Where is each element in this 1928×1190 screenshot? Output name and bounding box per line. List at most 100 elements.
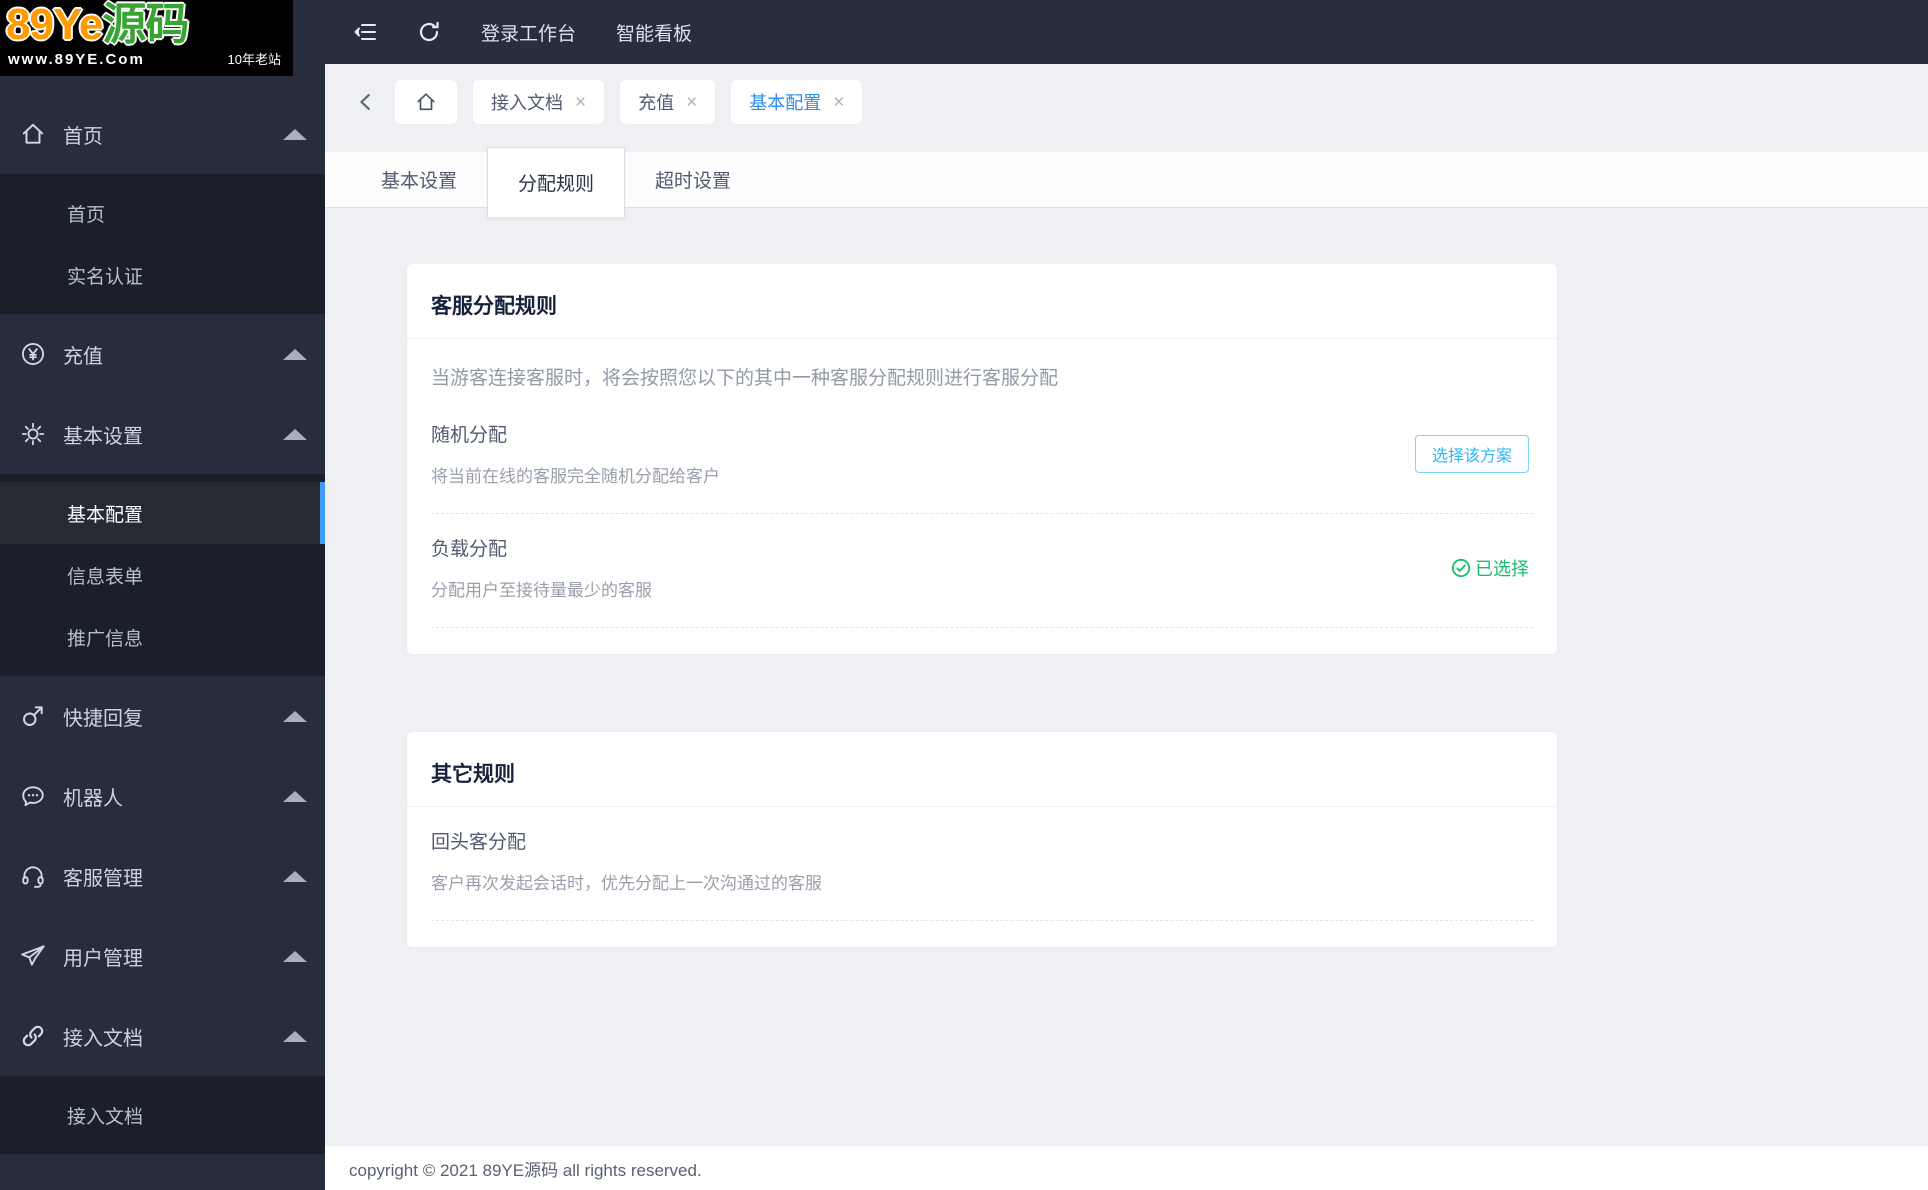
card-title: 客服分配规则: [407, 264, 1557, 339]
tab-allocation-rules[interactable]: 分配规则: [487, 146, 626, 217]
chevron-up-icon: [283, 790, 307, 802]
copyright-text: copyright © 2021 89YE源码 all rights reser…: [349, 1160, 702, 1180]
sidebar-submenu-access-docs: 接入文档: [0, 1076, 325, 1154]
main-area: 登录工作台 智能看板 接入文档 × 充值 × 基本配置 × 基本设置 分配规则 …: [325, 0, 1928, 1190]
breadcrumb-home-chip[interactable]: [395, 80, 457, 124]
sidebar-item-quick-reply[interactable]: 快捷回复: [0, 676, 325, 756]
tab-timeout-settings[interactable]: 超时设置: [625, 152, 761, 207]
sidebar-subitem-label: 推广信息: [67, 628, 144, 650]
sidebar-item-home[interactable]: 首页: [0, 94, 325, 174]
sidebar-subitem-label: 信息表单: [67, 566, 144, 588]
rule-name: 回头客分配: [431, 832, 527, 853]
sidebar-subitem-label: 接入文档: [67, 1106, 144, 1128]
breadcrumb-chip-label: 接入文档: [491, 93, 563, 113]
rule-name: 随机分配: [431, 425, 508, 446]
brand-name: 89Ye: [6, 0, 103, 49]
selected-status: 已选择: [1451, 555, 1529, 581]
sidebar-item-user-management[interactable]: 用户管理: [0, 916, 325, 996]
sidebar-submenu-home: 首页 实名认证: [0, 174, 325, 314]
chevron-up-icon: [283, 870, 307, 882]
tab-label: 超时设置: [655, 171, 732, 192]
sidebar-subitem-label: 基本配置: [67, 504, 144, 526]
brand-logo-text: 89Ye源码: [6, 1, 285, 49]
sidebar-item-recharge[interactable]: 充值: [0, 314, 325, 394]
collapse-sidebar-icon[interactable]: [353, 20, 377, 44]
rule-option-returning-customer: 回头客分配 客户再次发起会话时，优先分配上一次沟通过的客服: [431, 807, 1533, 921]
home-icon: [417, 93, 435, 111]
top-bar: 登录工作台 智能看板: [325, 0, 1928, 64]
chevron-up-icon: [283, 710, 307, 722]
toggle-knob: [1499, 864, 1525, 891]
chevron-up-icon: [283, 348, 307, 360]
brand-tagline: 10年老站: [227, 52, 281, 67]
breadcrumb-tab-row: 接入文档 × 充值 × 基本配置 ×: [325, 64, 1928, 152]
sidebar-item-label: 接入文档: [63, 1027, 143, 1050]
close-icon[interactable]: ×: [575, 93, 586, 112]
sidebar-item-label: 客服管理: [63, 867, 143, 890]
chevron-up-icon: [283, 950, 307, 962]
tab-label: 分配规则: [518, 173, 595, 195]
sidebar: 89Ye源码 www.89YE.Com 10年老站 首页 首页 实名认证 充值 …: [0, 0, 325, 1190]
headset-icon: [20, 863, 46, 889]
sidebar-subitem-promo-info[interactable]: 推广信息: [0, 606, 325, 668]
sidebar-item-label: 快捷回复: [63, 707, 143, 730]
app-window: 89Ye源码 www.89YE.Com 10年老站 首页 首页 实名认证 充值 …: [0, 0, 1928, 1190]
sidebar-item-label: 充值: [63, 345, 103, 368]
sidebar-subitem-label: 实名认证: [67, 266, 144, 288]
footer: copyright © 2021 89YE源码 all rights reser…: [325, 1146, 1928, 1190]
sidebar-submenu-basic-settings: 基本配置 信息表单 推广信息: [0, 474, 325, 676]
sidebar-subitem-basic-config[interactable]: 基本配置: [0, 482, 325, 544]
sidebar-subitem-home[interactable]: 首页: [0, 182, 325, 244]
sidebar-item-basic-settings[interactable]: 基本设置: [0, 394, 325, 474]
brand-logo: 89Ye源码 www.89YE.Com 10年老站: [0, 0, 293, 76]
sidebar-subitem-realname[interactable]: 实名认证: [0, 244, 325, 306]
sidebar-item-label: 用户管理: [63, 947, 143, 970]
breadcrumb-chip-access-docs[interactable]: 接入文档 ×: [473, 80, 605, 124]
sidebar-subitem-access-docs[interactable]: 接入文档: [0, 1084, 325, 1146]
home-icon: [20, 121, 46, 147]
topnav-dashboard[interactable]: 智能看板: [616, 19, 692, 46]
mars-icon: [20, 703, 46, 729]
content-area: 客服分配规则 当游客连接客服时，将会按照您以下的其中一种客服分配规则进行客服分配…: [325, 208, 1928, 1146]
sidebar-item-agent-management[interactable]: 客服管理: [0, 836, 325, 916]
choose-plan-button[interactable]: 选择该方案: [1414, 434, 1529, 473]
breadcrumb-chip-label: 基本配置: [749, 93, 822, 113]
link-icon: [20, 1023, 46, 1049]
paper-plane-icon: [20, 943, 46, 969]
brand-suffix: 源码: [102, 0, 189, 49]
selected-label: 已选择: [1475, 558, 1529, 579]
breadcrumb-chip-recharge[interactable]: 充值 ×: [620, 80, 716, 124]
rule-description: 客户再次发起会话时，优先分配上一次沟通过的客服: [431, 874, 822, 893]
sidebar-subitem-info-form[interactable]: 信息表单: [0, 544, 325, 606]
topnav-workbench[interactable]: 登录工作台: [481, 19, 576, 46]
allocation-rules-card: 客服分配规则 当游客连接客服时，将会按照您以下的其中一种客服分配规则进行客服分配…: [406, 263, 1558, 655]
other-rules-card: 其它规则 回头客分配 客户再次发起会话时，优先分配上一次沟通过的客服: [406, 731, 1558, 948]
refresh-icon[interactable]: [417, 20, 441, 44]
chevron-up-icon: [283, 428, 307, 440]
chevron-up-icon: [283, 128, 307, 140]
rule-name: 负载分配: [431, 539, 508, 560]
sidebar-item-label: 机器人: [63, 787, 123, 810]
chevron-up-icon: [283, 1030, 307, 1042]
breadcrumb-chip-label: 充值: [638, 93, 675, 113]
card-title: 其它规则: [407, 732, 1557, 807]
back-icon[interactable]: [353, 80, 379, 124]
tab-label: 基本设置: [381, 171, 458, 192]
close-icon[interactable]: ×: [686, 93, 697, 112]
robot-chat-icon: [20, 783, 46, 809]
rule-option-random: 随机分配 将当前在线的客服完全随机分配给客户 选择该方案: [431, 400, 1533, 514]
sidebar-item-label: 首页: [63, 125, 103, 148]
card-description: 当游客连接客服时，将会按照您以下的其中一种客服分配规则进行客服分配: [431, 368, 1059, 389]
sidebar-item-label: 基本设置: [63, 425, 143, 448]
breadcrumb-chip-basic-config[interactable]: 基本配置 ×: [731, 80, 863, 124]
rule-option-load-balance: 负载分配 分配用户至接待量最少的客服 已选择: [431, 514, 1533, 628]
rule-description: 将当前在线的客服完全随机分配给客户: [431, 467, 720, 486]
sidebar-menu: 首页 首页 实名认证 充值 基本设置 基本配置 信息表单 推广信息 快捷回复 机…: [0, 76, 325, 1190]
sidebar-item-robot[interactable]: 机器人: [0, 756, 325, 836]
sidebar-item-access-docs[interactable]: 接入文档: [0, 996, 325, 1076]
yen-circle-icon: [20, 341, 46, 367]
check-circle-icon: [1451, 558, 1471, 577]
tab-basic-settings[interactable]: 基本设置: [351, 152, 487, 207]
close-icon[interactable]: ×: [833, 93, 844, 112]
settings-tab-bar: 基本设置 分配规则 超时设置: [325, 146, 1928, 217]
